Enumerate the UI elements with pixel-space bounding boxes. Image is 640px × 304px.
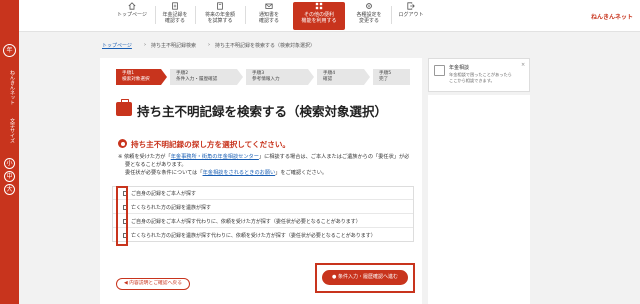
nav-estimate-pension[interactable]: 将来の年金額 を試算する <box>197 2 243 30</box>
nav-logout[interactable]: ログアウト <box>393 2 429 30</box>
note-line-2: 要となることがあります。 <box>125 162 187 168</box>
logout-icon <box>407 2 415 10</box>
breadcrumb-separator: › <box>208 42 210 48</box>
checkbox-highlight-frame <box>116 186 128 246</box>
rail-menu-label[interactable]: ねんきんネット <box>4 70 15 105</box>
briefcase-icon <box>116 99 132 116</box>
side-help-title: 年金相談 <box>449 65 470 71</box>
nav-change-settings[interactable]: 各種設定を 変更する <box>349 2 389 30</box>
nav-label: 通知書を 確認する <box>258 12 279 24</box>
left-rail: 年 ねんきんネット 文字サイズ 小 中 大 <box>0 0 19 304</box>
header: トップページ 年金記録を 確認する 将来の年金額 を試算する 通知書を 確認する その… <box>19 0 640 32</box>
option-label[interactable]: 亡くなられた方の記録を遺族が探す <box>131 204 211 211</box>
rail-font-size-label: 文字サイズ <box>9 118 15 143</box>
gear-icon <box>366 3 372 9</box>
breadcrumb-separator: › <box>144 42 146 48</box>
nav-label: ログアウト <box>398 12 424 18</box>
rail-logo: 年 <box>3 44 16 57</box>
side-help-text: ここから相談できます。 <box>449 78 495 83</box>
page-title: 持ち主不明記録を検索する（検索対象選択） <box>137 104 388 119</box>
calculator-icon <box>217 2 223 10</box>
back-button[interactable]: ◀ 内容説明とご確認へ戻る <box>116 278 190 290</box>
nav-other-features[interactable]: その他の便利 機能を利用する <box>293 2 345 30</box>
consultation-request-link[interactable]: 年金相談をされるときのお願い <box>203 170 276 176</box>
radio-dot-icon <box>118 139 127 148</box>
nav-label: トップページ <box>117 12 147 18</box>
option-row[interactable]: 亡くなられた方の記録を遺族が探す <box>113 201 413 214</box>
nav-label: 年金記録を 確認する <box>162 12 188 24</box>
nav-divider <box>155 6 156 24</box>
close-icon[interactable]: × <box>521 62 525 68</box>
step-arrow <box>308 69 314 85</box>
nav-check-notices[interactable]: 通知書を 確認する <box>247 2 291 30</box>
nav-label: その他の便利 機能を利用する <box>301 12 337 24</box>
nav-check-records[interactable]: 年金記録を 確認する <box>157 2 193 30</box>
envelope-icon <box>265 3 273 9</box>
breadcrumb-current: 持ち主不明記録を検索する（検索対象選択） <box>215 43 316 49</box>
step-5: 手順5 完了 <box>373 69 410 85</box>
consultation-center-link[interactable]: 年金事務所・街角の年金相談センター <box>171 154 259 160</box>
home-icon <box>128 2 136 10</box>
option-row[interactable]: 亡くなられた方の記録を遺族が探す代わりに、依頼を受けた方が探す（委任状が必要とな… <box>113 229 413 242</box>
consultation-icon <box>434 65 445 76</box>
step-3: 手順3 参考情報入力 <box>246 69 308 85</box>
option-row[interactable]: ご自身の記録をご本人が探す代わりに、依頼を受けた方が探す（委任状が必要となること… <box>113 215 413 228</box>
search-options-list: ご自身の記録をご本人が探す 亡くなられた方の記録を遺族が探す ご自身の記録をご本… <box>112 186 414 242</box>
nav-divider <box>245 6 246 24</box>
step-arrow <box>364 69 370 85</box>
nav-label: 各種設定を 変更する <box>356 12 382 24</box>
section-heading: 持ち主不明記録の探し方を選択してください。 <box>131 140 291 149</box>
font-size-small-button[interactable]: 小 <box>4 158 15 169</box>
option-label[interactable]: ご自身の記録をご本人が探す代わりに、依頼を受けた方が探す（委任状が必要となること… <box>131 218 361 225</box>
grid-icon <box>315 2 323 10</box>
step-arrow <box>161 69 167 85</box>
side-panel <box>428 95 530 304</box>
step-2: 手順2 条件入力・履歴確認 <box>170 69 237 85</box>
nav-label: 将来の年金額 を試算する <box>204 12 235 24</box>
brand-logo: ねんきんネット <box>591 14 634 21</box>
font-size-medium-button[interactable]: 中 <box>4 171 15 182</box>
note-line-1: ※ 依頼を受けた方が「年金事務所・街角の年金相談センター」に相談する場合は、ご本… <box>118 154 410 160</box>
side-help-card[interactable]: 年金相談 年金相談で困ったことがあったら ここから相談できます。 × <box>428 58 530 92</box>
breadcrumb-home[interactable]: トップページ <box>102 42 132 49</box>
step-4: 手順4 確認 <box>317 69 364 85</box>
option-row[interactable]: ご自身の記録をご本人が探す <box>113 187 413 200</box>
note-line-3: 委任状が必要な条件については「年金相談をされるときのお願い」をご確認ください。 <box>125 170 328 176</box>
option-label[interactable]: 亡くなられた方の記録を遺族が探す代わりに、依頼を受けた方が探す（委任状が必要とな… <box>131 232 376 239</box>
option-label[interactable]: ご自身の記録をご本人が探す <box>131 190 196 197</box>
font-size-large-button[interactable]: 大 <box>4 184 15 195</box>
step-1: 手順1 検索対象選択 <box>116 69 161 85</box>
nav-top-page[interactable]: トップページ <box>111 2 153 30</box>
nav-divider <box>195 6 196 24</box>
breadcrumb-middle: 持ち主不明記録検索 <box>151 43 197 49</box>
nav-divider <box>391 6 392 24</box>
next-button[interactable]: ● 条件入力・履歴確認へ進む <box>322 270 408 285</box>
step-arrow <box>237 69 243 85</box>
document-icon <box>172 2 178 10</box>
